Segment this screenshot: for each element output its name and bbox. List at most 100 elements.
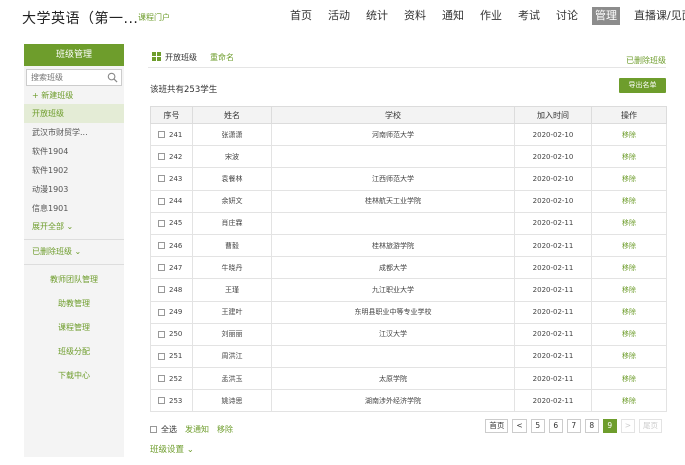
cell-school: 江西师范大学: [271, 167, 515, 191]
cell-join-time: 2020-02-10: [514, 145, 592, 169]
expand-all-button[interactable]: 展开全部 ⌄: [24, 218, 124, 236]
cell-action: 移除: [591, 367, 667, 391]
sidebar-link-item[interactable]: 班级分配: [24, 340, 124, 364]
sidebar-link-item[interactable]: 助教管理: [24, 292, 124, 316]
cell-seq: 249: [150, 300, 193, 324]
row-checkbox[interactable]: [158, 352, 165, 360]
search-icon[interactable]: [107, 72, 118, 83]
remove-student-link[interactable]: 移除: [622, 352, 636, 360]
nav-homework[interactable]: 作业: [478, 7, 504, 25]
cell-join-time: 2020-02-10: [514, 189, 592, 213]
row-checkbox[interactable]: [158, 131, 165, 139]
deleted-classes-link[interactable]: 已删除班级: [626, 55, 666, 66]
new-class-button[interactable]: + 新建班级: [24, 88, 124, 104]
col-header-action: 操作: [591, 106, 667, 124]
remove-student-link[interactable]: 移除: [622, 242, 636, 250]
pagination-item[interactable]: 首页: [485, 419, 509, 433]
sidebar-class-item[interactable]: 软件1902: [24, 161, 124, 180]
cell-seq: 242: [150, 145, 193, 169]
deleted-classes-toggle[interactable]: 已删除班级 ⌄: [24, 243, 124, 261]
remove-student-link[interactable]: 移除: [622, 219, 636, 227]
cell-school: 桂林旅游学院: [271, 233, 515, 258]
row-checkbox[interactable]: [158, 264, 165, 272]
class-settings-toggle[interactable]: 班级设置 ⌄: [150, 443, 194, 455]
cell-join-time: 2020-02-11: [514, 322, 592, 346]
pagination-item: 尾页: [639, 419, 662, 433]
class-search-input[interactable]: [27, 70, 107, 85]
nav-manage[interactable]: 管理: [592, 7, 620, 25]
cell-seq: 248: [150, 278, 193, 302]
sidebar-link-item[interactable]: 下载中心: [24, 364, 124, 388]
cell-name: 宋波: [192, 145, 272, 169]
sidebar-class-item[interactable]: 武汉市财贸学...: [24, 123, 124, 142]
rename-link[interactable]: 重命名: [210, 52, 234, 63]
remove-student-link[interactable]: 移除: [622, 175, 636, 183]
row-checkbox[interactable]: [158, 153, 165, 161]
row-checkbox[interactable]: [158, 175, 165, 183]
sidebar-link-item[interactable]: 教师团队管理: [24, 268, 124, 292]
cell-seq: 244: [150, 189, 193, 213]
row-checkbox[interactable]: [158, 308, 165, 316]
export-list-button[interactable]: 导出名单: [619, 78, 666, 93]
pagination-item[interactable]: <: [512, 419, 527, 433]
remove-student-link[interactable]: 移除: [622, 264, 636, 272]
remove-student-link[interactable]: 移除: [622, 153, 636, 161]
row-checkbox[interactable]: [158, 219, 165, 227]
cell-name: 孟洪玉: [192, 367, 272, 391]
nav-exam[interactable]: 考试: [516, 7, 542, 25]
remove-student-link[interactable]: 移除: [622, 131, 636, 139]
table-row: 246 曹毅 桂林旅游学院 2020-02-11 移除: [150, 233, 667, 258]
send-notice-link[interactable]: 发通知: [185, 424, 209, 435]
sidebar-title: 班级管理: [24, 44, 124, 66]
pagination-item[interactable]: 6: [548, 419, 563, 433]
cell-seq: 253: [150, 389, 193, 413]
pagination-item[interactable]: 5: [530, 419, 545, 433]
pagination-item[interactable]: 8: [584, 419, 599, 433]
sidebar-class-item[interactable]: 动漫1903: [24, 180, 124, 199]
cell-name: 刘丽丽: [192, 322, 272, 346]
row-checkbox[interactable]: [158, 197, 165, 205]
nav-home[interactable]: 首页: [288, 7, 314, 25]
seq-number: 253: [169, 396, 183, 405]
remove-student-link[interactable]: 移除: [622, 308, 636, 316]
sidebar-class-item[interactable]: 信息1901: [24, 199, 124, 218]
cell-action: 移除: [591, 211, 667, 235]
row-checkbox[interactable]: [158, 375, 165, 383]
seq-number: 249: [169, 308, 183, 317]
cell-name: 张潇潇: [192, 122, 272, 147]
sidebar-class-item[interactable]: 软件1904: [24, 142, 124, 161]
table-row: 251 周洪江 2020-02-11 移除: [150, 344, 667, 369]
cell-name: 余妍文: [192, 189, 272, 213]
nav-activity[interactable]: 活动: [326, 7, 352, 25]
student-count: 该班共有253学生: [150, 85, 218, 95]
sidebar-link-item[interactable]: 课程管理: [24, 316, 124, 340]
remove-student-link[interactable]: 移除: [622, 197, 636, 205]
table-row: 245 肖庄霖 2020-02-11 移除: [150, 211, 667, 235]
pagination-item[interactable]: 9: [602, 419, 617, 433]
nav-statistics[interactable]: 统计: [364, 7, 390, 25]
cell-seq: 246: [150, 233, 193, 258]
course-portal-link[interactable]: 课程门户: [138, 12, 170, 23]
nav-materials[interactable]: 资料: [402, 7, 428, 25]
row-checkbox[interactable]: [158, 286, 165, 294]
row-checkbox[interactable]: [158, 330, 165, 338]
remove-student-link[interactable]: 移除: [622, 397, 636, 405]
nav-live[interactable]: 直播课/见面课: [632, 7, 685, 25]
row-checkbox[interactable]: [158, 397, 165, 405]
remove-student-link[interactable]: 移除: [622, 330, 636, 338]
row-checkbox[interactable]: [158, 242, 165, 250]
table-row: 247 牛晓丹 成都大学 2020-02-11 移除: [150, 256, 667, 280]
seq-number: 248: [169, 285, 183, 294]
remove-student-link[interactable]: 移除: [622, 375, 636, 383]
select-all-checkbox[interactable]: [150, 425, 157, 433]
cell-school: 太原学院: [271, 367, 515, 391]
seq-number: 242: [169, 152, 183, 161]
pagination-item[interactable]: 7: [566, 419, 581, 433]
remove-student-link[interactable]: 移除: [622, 286, 636, 294]
nav-notice[interactable]: 通知: [440, 7, 466, 25]
sidebar-class-item[interactable]: 开放班级: [24, 104, 124, 123]
bulk-remove-link[interactable]: 移除: [217, 424, 233, 435]
table-row: 243 袁餐林 江西师范大学 2020-02-10 移除: [150, 167, 667, 191]
nav-discussion[interactable]: 讨论: [554, 7, 580, 25]
select-all-label[interactable]: 全选: [161, 424, 177, 435]
